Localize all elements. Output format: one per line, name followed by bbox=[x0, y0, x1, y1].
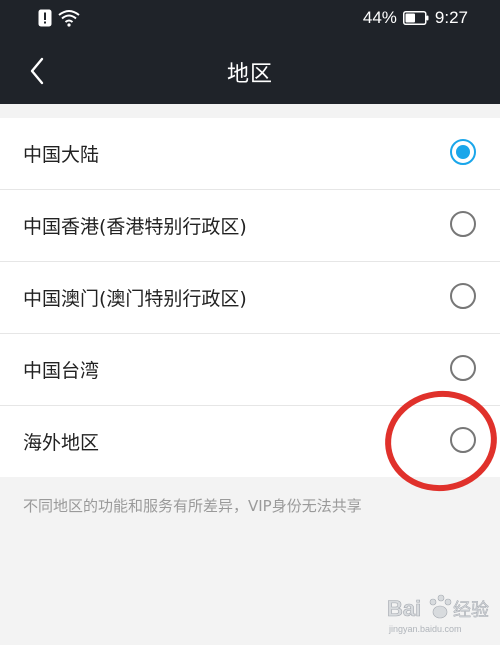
region-item-mainland[interactable]: 中国大陆 bbox=[0, 118, 500, 190]
radio-unselected[interactable] bbox=[450, 211, 476, 237]
radio-unselected[interactable] bbox=[450, 283, 476, 309]
status-left bbox=[38, 9, 80, 27]
alert-icon bbox=[38, 9, 52, 27]
svg-text:经验: 经验 bbox=[453, 600, 489, 621]
wifi-icon bbox=[58, 10, 80, 27]
radio-selected[interactable] bbox=[450, 139, 476, 165]
region-label: 海外地区 bbox=[23, 432, 100, 454]
radio-unselected[interactable] bbox=[450, 355, 476, 381]
status-right: 44% 9:27 bbox=[363, 8, 468, 28]
region-item-macau[interactable]: 中国澳门(澳门特别行政区) bbox=[0, 262, 500, 334]
page-title: 地区 bbox=[226, 62, 273, 87]
title-bar: 地区 bbox=[0, 38, 500, 104]
clock: 9:27 bbox=[434, 8, 468, 27]
svg-text:Bai: Bai bbox=[387, 596, 421, 621]
status-bar: 44% 9:27 bbox=[0, 0, 500, 38]
watermark-logo: Bai 经验 jingyan.baidu.com bbox=[387, 594, 489, 634]
battery-icon bbox=[402, 11, 429, 25]
region-label: 中国大陆 bbox=[23, 144, 100, 166]
region-label: 中国澳门(澳门特别行政区) bbox=[23, 288, 247, 310]
region-label: 中国香港(香港特别行政区) bbox=[23, 216, 247, 238]
annotation-circle bbox=[385, 390, 497, 492]
region-label: 中国台湾 bbox=[23, 360, 100, 382]
battery-percent: 44% bbox=[362, 8, 397, 27]
region-item-hongkong[interactable]: 中国香港(香港特别行政区) bbox=[0, 190, 500, 262]
svg-text:jingyan.baidu.com: jingyan.baidu.com bbox=[388, 624, 462, 634]
top-bar: 44% 9:27 地区 bbox=[0, 0, 500, 104]
region-footnote: 不同地区的功能和服务有所差异，VIP身份无法共享 bbox=[23, 497, 362, 515]
